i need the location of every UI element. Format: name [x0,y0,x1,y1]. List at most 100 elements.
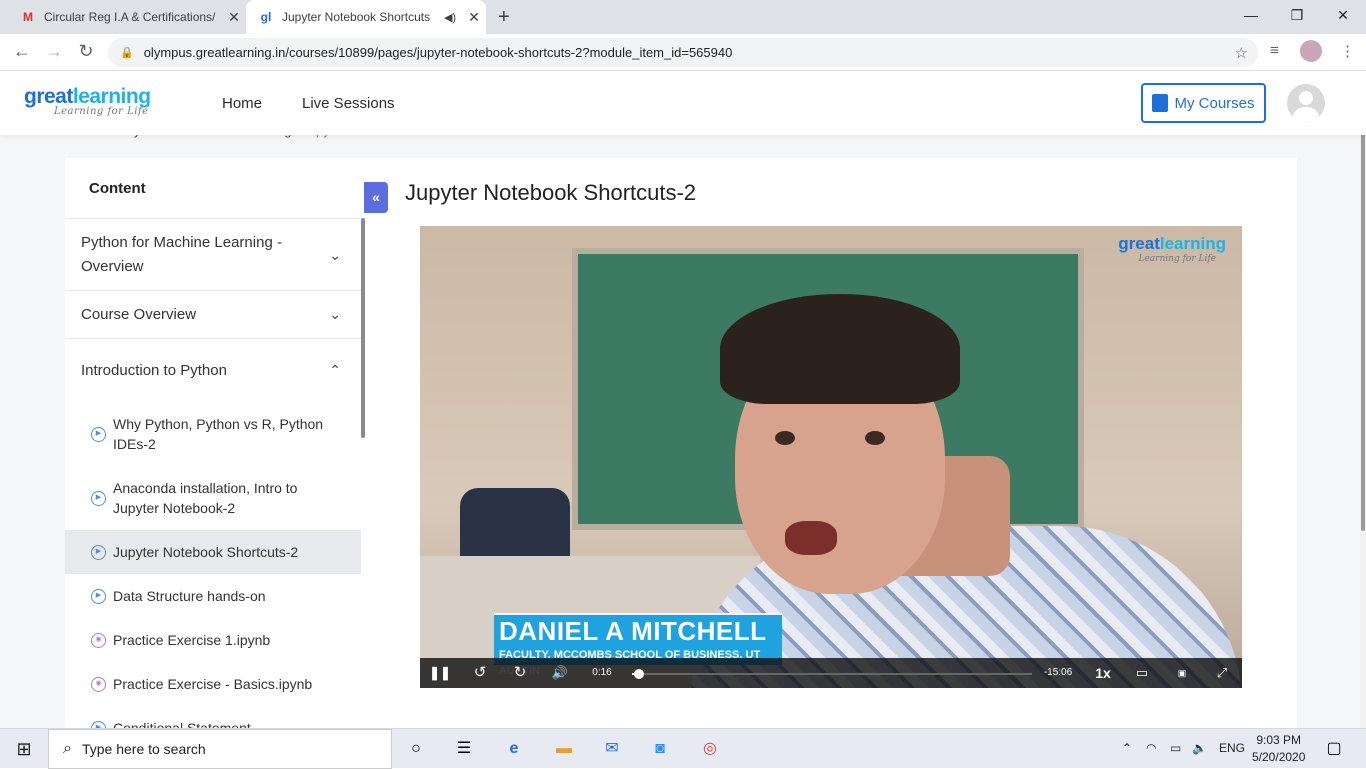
lesson-item[interactable]: ◉ Practice Exercise 1.ipynb [65,618,361,662]
progress-knob[interactable] [633,669,644,679]
section-intro-python[interactable]: Introduction to Python ⌃ [65,338,361,402]
profile-avatar[interactable] [1300,40,1322,66]
media-control-icon[interactable]: ≡ [1270,42,1279,59]
lesson-item[interactable]: ◉ Practice Exercise - Basics.ipynb [65,662,361,706]
new-tab-button[interactable]: + [498,6,510,29]
section-title: Introduction to Python [81,362,227,379]
nav-home[interactable]: Home [222,95,262,112]
file-explorer-icon[interactable]: ▬ [552,737,576,761]
lesson-item[interactable]: ▶ Anaconda installation, Intro to Jupyte… [65,466,361,530]
gmail-icon: M [23,10,33,24]
battery-icon[interactable]: ▭ [1170,741,1181,755]
chevron-down-icon: ⌄ [329,246,341,263]
notebook-icon: ◉ [91,632,106,648]
menu-icon[interactable]: ⋮ [1340,42,1355,60]
close-tab-icon[interactable]: ✕ [222,9,246,26]
fullscreen-icon[interactable]: ⤢ [1210,658,1234,688]
chrome-icon[interactable]: ◎ [698,737,722,761]
windows-taskbar: ⊞ ⌕ Type here to search ○ ☰ e ▬ ✉ ◙ ◎ ⌃ … [0,728,1366,769]
clock-date: 5/20/2020 [1252,750,1306,764]
close-tab-icon[interactable]: ✕ [462,9,486,26]
user-avatar[interactable] [1287,84,1325,122]
play-circle-icon: ▶ [91,490,106,506]
presenter-name: DANIEL A MITCHELL [499,616,767,646]
taskbar-search-box[interactable]: ⌕ Type here to search [48,729,392,769]
video-presenter-eye [775,431,795,445]
page-scrollbar[interactable] [1360,71,1366,728]
speaker-icon[interactable]: 🔈 [1192,741,1207,755]
greatlearning-icon: gl [260,10,272,24]
mail-icon[interactable]: ✉ [600,737,624,761]
tab-title: Circular Reg I.A & Certifications/ [44,10,216,24]
edge-icon[interactable]: e [502,737,526,761]
close-window-button[interactable]: ✕ [1320,0,1366,34]
play-circle-icon: ▶ [91,720,106,728]
my-courses-button[interactable]: My Courses [1141,83,1266,123]
task-switch-icon[interactable]: ☰ [452,737,476,761]
hd-icon[interactable]: ▣ [1170,658,1194,688]
lesson-title: Practice Exercise 1.ipynb [113,632,271,648]
windows-start-icon[interactable]: ⊞ [12,737,36,761]
video-player[interactable]: greatlearning Learning for Life DANIEL A… [420,226,1242,688]
browser-tab-active[interactable]: gl Jupyter Notebook Shortcuts ◀) ✕ [246,0,486,34]
forward-button[interactable]: → [42,41,66,62]
captions-icon[interactable]: ▭ [1130,658,1154,688]
chevron-down-icon: ⌄ [329,306,341,322]
book-icon [1152,94,1169,112]
audio-icon[interactable]: ◀) [438,11,462,24]
language-indicator[interactable]: ENG [1219,741,1245,755]
section-course-overview[interactable]: Course Overview ⌄ [65,290,361,338]
reload-button[interactable]: ↻ [74,41,98,62]
lesson-item-active[interactable]: ▶ Jupyter Notebook Shortcuts-2 [65,530,361,574]
lesson-item[interactable]: ▶ Conditional Statement [65,706,361,728]
task-view-icon[interactable]: ○ [404,737,428,761]
wifi-icon[interactable]: ◠ [1146,741,1156,755]
lesson-title: Why Python, Python vs R, Python IDEs-2 [113,416,324,452]
section-title: Python for Machine Learning - Overview [81,233,282,275]
lesson-title: Conditional Statement [113,720,251,728]
tab-title: Jupyter Notebook Shortcuts [282,10,431,24]
play-circle-icon: ▶ [91,588,106,604]
collapse-sidebar-button[interactable]: « [364,182,388,213]
notebook-icon: ◉ [91,676,106,692]
chevron-up-icon: ⌃ [329,362,341,378]
browser-tab-bar: M Circular Reg I.A & Certifications/ ✕ g… [0,0,1366,34]
video-watermark-logo: greatlearning Learning for Life [1118,234,1226,264]
minimize-button[interactable]: — [1228,0,1274,34]
my-courses-label: My Courses [1174,94,1255,112]
sidebar-heading: Content [89,180,146,197]
bookmark-star-icon[interactable]: ☆ [1235,44,1248,62]
elapsed-time: 0:16 [592,667,612,678]
address-bar[interactable]: 🔒 olympus.greatlearning.in/courses/10899… [108,38,1258,67]
volume-icon[interactable]: 🔊 [548,658,572,688]
taskbar-clock[interactable]: 9:03 PM 5/20/2020 [1252,732,1305,766]
rewind-icon[interactable]: ↺ [468,658,492,688]
lesson-title: Jupyter Notebook Shortcuts-2 [113,544,299,560]
pause-icon[interactable]: ❚❚ [428,658,452,688]
zoom-icon[interactable]: ◙ [648,737,672,761]
clock-time: 9:03 PM [1256,733,1302,747]
lesson-item[interactable]: ▶ Data Structure hands-on [65,574,361,618]
lesson-title: Data Structure hands-on [113,588,266,604]
greatlearning-logo[interactable]: greatlearning Learning for Life [24,85,151,117]
play-circle-icon: ▶ [91,544,106,560]
speed-button[interactable]: 1x [1090,658,1116,688]
progress-bar[interactable] [632,669,1032,679]
lock-icon: 🔒 [120,47,134,59]
video-controls: ❚❚ ↺ ↻ 🔊 0:16 -15:06 1x ▭ ▣ ⤢ [420,658,1242,688]
video-presenter-eye [865,431,885,445]
sidebar-scrollbar[interactable] [361,218,365,438]
play-circle-icon: ▶ [91,426,106,442]
notifications-icon[interactable]: ▢ [1322,737,1346,761]
back-button[interactable]: ← [10,41,34,62]
url-text: olympus.greatlearning.in/courses/10899/p… [143,45,733,60]
page-title: Jupyter Notebook Shortcuts-2 [405,180,697,205]
restore-button[interactable]: ❐ [1274,0,1320,34]
lesson-item[interactable]: ▶ Why Python, Python vs R, Python IDEs-2 [65,402,361,466]
browser-tab-gmail[interactable]: M Circular Reg I.A & Certifications/ ✕ [8,0,246,34]
chevron-up-icon[interactable]: ⌃ [1122,741,1132,755]
forward-icon[interactable]: ↻ [508,658,532,688]
section-python-ml-overview[interactable]: Python for Machine Learning - Overview ⌄ [65,218,361,290]
nav-live-sessions[interactable]: Live Sessions [302,95,395,112]
video-presenter-mouth [785,521,837,555]
